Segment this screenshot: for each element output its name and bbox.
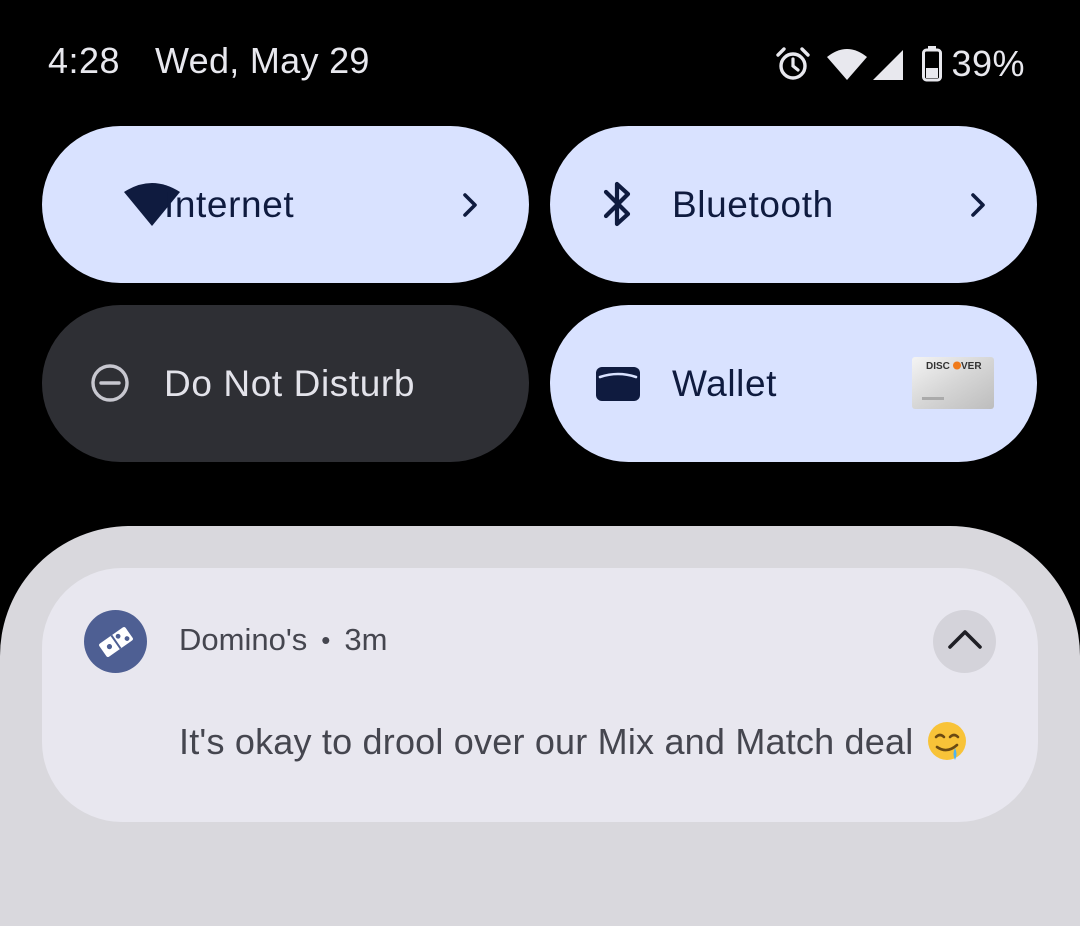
tile-wallet[interactable]: Wallet DISC VER — [550, 305, 1037, 462]
status-icons: 39% — [773, 42, 1025, 86]
notification-separator: • — [321, 624, 331, 655]
collapse-notification-button[interactable] — [933, 610, 996, 673]
dominos-logo-icon — [84, 610, 147, 673]
alarm-icon — [773, 44, 813, 84]
chevron-up-icon — [947, 627, 983, 656]
drooling-face-emoji — [925, 720, 969, 764]
notification-header: Domino's • 3m — [179, 622, 387, 658]
tile-label: Wallet — [672, 363, 778, 404]
discover-card-image: DISC VER — [912, 357, 994, 409]
tile-do-not-disturb[interactable]: Do Not Disturb — [42, 305, 529, 462]
wallet-icon — [590, 355, 646, 411]
notification-app-name: Domino's — [179, 622, 308, 657]
tile-label: Do Not Disturb — [164, 363, 416, 404]
tile-internet[interactable]: Internet — [42, 126, 529, 283]
notification-card[interactable] — [42, 568, 1038, 822]
status-date: Wed, May 29 — [155, 40, 370, 81]
notification-body: It's okay to drool over our Mix and Matc… — [179, 720, 969, 764]
svg-text:VER: VER — [961, 361, 982, 372]
notification-time: 3m — [344, 622, 388, 657]
battery-icon — [921, 44, 943, 84]
svg-text:DISC: DISC — [926, 361, 950, 372]
notification-message: It's okay to drool over our Mix and Matc… — [179, 721, 914, 762]
tile-label: Internet — [164, 184, 295, 225]
wifi-icon — [827, 44, 868, 84]
battery-percent: 39% — [951, 43, 1025, 84]
status-time: 4:28 — [48, 40, 121, 81]
signal-icon — [871, 44, 905, 84]
bluetooth-icon — [590, 176, 646, 232]
do-not-disturb-icon — [82, 355, 138, 411]
tile-label: Bluetooth — [672, 184, 834, 225]
tile-bluetooth[interactable]: Bluetooth — [550, 126, 1037, 283]
chevron-right-icon[interactable] — [450, 185, 490, 225]
chevron-right-icon[interactable] — [958, 185, 998, 225]
